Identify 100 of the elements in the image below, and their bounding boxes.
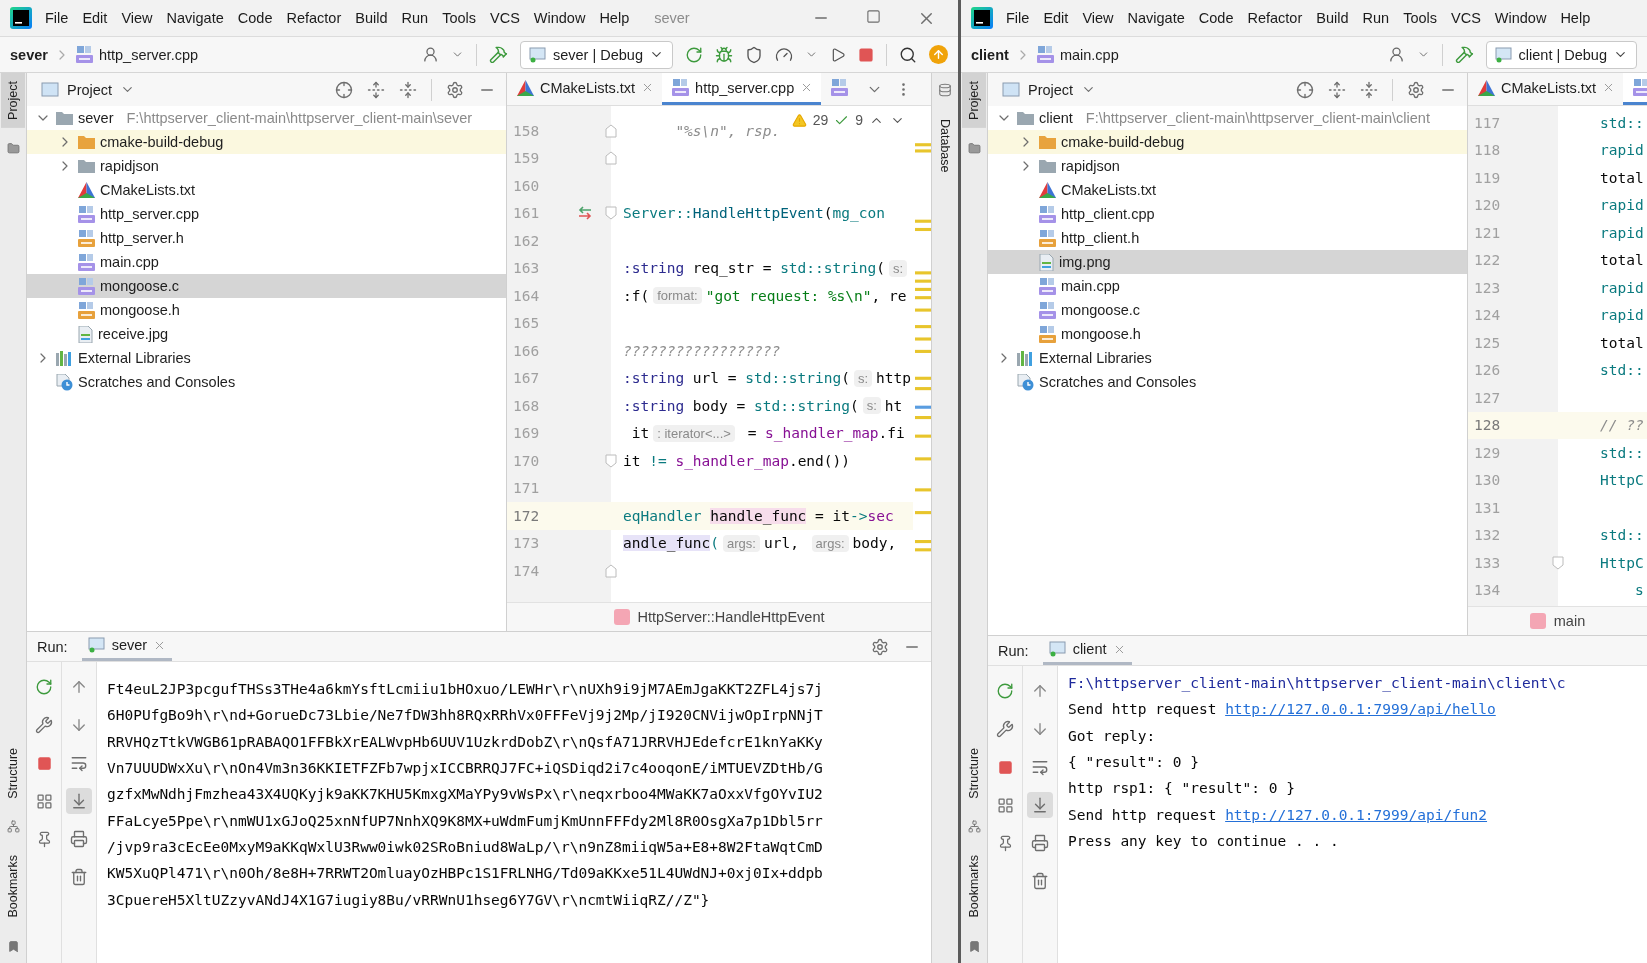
fold-marker-icon[interactable] bbox=[605, 206, 617, 221]
breadcrumb-item[interactable]: http_server.cpp bbox=[98, 46, 199, 63]
tool-window-tab[interactable]: Structure bbox=[962, 739, 986, 807]
menu-item[interactable]: Build bbox=[1309, 10, 1356, 26]
stop-icon[interactable] bbox=[36, 755, 52, 771]
warning-icon[interactable] bbox=[791, 112, 807, 128]
app-logo-icon[interactable] bbox=[10, 7, 32, 29]
settings-icon[interactable] bbox=[446, 80, 464, 99]
fold-marker-icon[interactable] bbox=[1552, 555, 1564, 570]
tool-window-tab[interactable]: Database bbox=[933, 111, 957, 181]
tree-item[interactable]: mongoose.h bbox=[27, 298, 506, 322]
stop-icon[interactable] bbox=[858, 46, 874, 63]
gauge-icon[interactable] bbox=[775, 45, 793, 64]
tree-item[interactable]: CMakeLists.txt bbox=[27, 178, 506, 202]
wrench-icon[interactable] bbox=[996, 720, 1014, 738]
bug-icon[interactable] bbox=[715, 45, 733, 64]
tree-item[interactable]: External Libraries bbox=[27, 346, 506, 370]
update-icon[interactable] bbox=[929, 45, 948, 64]
user-icon[interactable] bbox=[1387, 46, 1405, 63]
tree-item[interactable]: main.cpp bbox=[27, 250, 506, 274]
fold-marker-icon[interactable] bbox=[605, 151, 617, 166]
menu-item[interactable]: VCS bbox=[1444, 10, 1488, 26]
down-arrow-icon[interactable] bbox=[1031, 720, 1049, 738]
tree-item[interactable]: mongoose.c bbox=[27, 274, 506, 298]
tree-item[interactable]: main.cpp bbox=[988, 274, 1467, 298]
breadcrumb-item[interactable]: main.cpp bbox=[1059, 46, 1119, 63]
tree-item[interactable]: rapidjson bbox=[27, 154, 506, 178]
menu-item[interactable]: Edit bbox=[75, 10, 115, 26]
tool-window-tab[interactable]: Project bbox=[962, 73, 986, 128]
menu-item[interactable]: Refactor bbox=[279, 10, 349, 26]
run-config-dropdown[interactable]: sever | Debug bbox=[520, 40, 673, 69]
expand-all-icon[interactable] bbox=[1328, 80, 1346, 99]
layout-icon[interactable] bbox=[35, 792, 53, 810]
run-tab[interactable]: client bbox=[1042, 636, 1132, 665]
tree-item[interactable]: rapidjson bbox=[988, 154, 1467, 178]
breadcrumb-item[interactable]: client bbox=[971, 46, 1009, 63]
swap-arrows-icon[interactable] bbox=[577, 206, 593, 221]
rerun-icon[interactable] bbox=[996, 682, 1014, 700]
link[interactable]: http://127.0.0.1:7999/api/fun2 bbox=[1225, 806, 1488, 823]
tool-window-tab[interactable]: Bookmarks bbox=[1, 847, 25, 926]
menu-item[interactable]: View bbox=[1075, 10, 1121, 26]
menu-item[interactable]: View bbox=[114, 10, 160, 26]
scroll-to-end-icon[interactable] bbox=[1031, 796, 1049, 814]
panel-title[interactable]: Project bbox=[1028, 81, 1074, 98]
tree-item[interactable]: http_server.h bbox=[27, 226, 506, 250]
down-arrow-icon[interactable] bbox=[70, 716, 88, 734]
tree-item[interactable]: mongoose.c bbox=[988, 298, 1467, 322]
settings-icon[interactable] bbox=[871, 637, 889, 656]
fold-marker-icon[interactable] bbox=[605, 563, 617, 578]
collapse-all-icon[interactable] bbox=[1360, 80, 1378, 99]
menu-item[interactable]: VCS bbox=[483, 10, 527, 26]
stop-icon[interactable] bbox=[997, 759, 1013, 775]
run-config-dropdown[interactable]: client | Debug bbox=[1485, 40, 1637, 69]
expand-all-icon[interactable] bbox=[367, 80, 385, 99]
layout-icon[interactable] bbox=[996, 796, 1014, 814]
crosshair-icon[interactable] bbox=[1296, 80, 1314, 99]
menu-item[interactable]: Navigate bbox=[1120, 10, 1192, 26]
wrap-icon[interactable] bbox=[70, 754, 88, 772]
tree-item[interactable]: Scratches and Consoles bbox=[988, 370, 1467, 394]
database-icon[interactable] bbox=[938, 83, 952, 97]
menu-item[interactable]: Tools bbox=[435, 10, 483, 26]
tree-item[interactable]: Scratches and Consoles bbox=[27, 370, 506, 394]
tree-item[interactable]: client F:\httpserver_client-main\httpserver_client-main\client bbox=[988, 106, 1467, 130]
editor-tab[interactable]: http_server.cpp bbox=[662, 73, 822, 105]
structure-icon[interactable] bbox=[6, 820, 20, 834]
tree-item[interactable]: receive.jpg bbox=[27, 322, 506, 346]
fold-marker-icon[interactable] bbox=[605, 123, 617, 138]
menu-item[interactable]: Help bbox=[592, 10, 637, 26]
maximize-icon[interactable] bbox=[866, 8, 881, 24]
breadcrumb-item[interactable]: sever bbox=[10, 46, 48, 63]
tree-item[interactable]: http_client.cpp bbox=[988, 202, 1467, 226]
tree-item[interactable]: http_server.cpp bbox=[27, 202, 506, 226]
tool-window-tab[interactable]: Bookmarks bbox=[962, 847, 986, 926]
menu-item[interactable]: File bbox=[38, 10, 76, 26]
search-icon[interactable] bbox=[899, 45, 917, 64]
editor-tab[interactable]: CMakeLists.txt bbox=[507, 73, 663, 105]
bookmark-icon[interactable] bbox=[967, 940, 981, 953]
app-logo-icon[interactable] bbox=[971, 7, 993, 29]
folder-icon[interactable] bbox=[6, 141, 20, 155]
hammer-icon[interactable] bbox=[489, 45, 508, 64]
trash-icon[interactable] bbox=[1031, 872, 1049, 890]
menu-item[interactable]: Build bbox=[348, 10, 395, 26]
tree-item[interactable]: cmake-build-debug bbox=[988, 130, 1467, 154]
play-icon[interactable] bbox=[830, 46, 846, 63]
wrench-icon[interactable] bbox=[35, 716, 53, 734]
user-icon[interactable] bbox=[422, 46, 439, 63]
rerun-icon[interactable] bbox=[35, 678, 53, 696]
folder-icon[interactable] bbox=[967, 141, 981, 155]
trash-icon[interactable] bbox=[70, 868, 88, 886]
fold-marker-icon[interactable] bbox=[605, 453, 617, 468]
structure-icon[interactable] bbox=[967, 820, 981, 834]
collapse-all-icon[interactable] bbox=[399, 80, 417, 99]
tree-item[interactable]: cmake-build-debug bbox=[27, 130, 506, 154]
menu-item[interactable]: Run bbox=[1355, 10, 1397, 26]
breadcrumb-item[interactable]: main bbox=[1553, 613, 1586, 629]
hammer-icon[interactable] bbox=[1454, 45, 1474, 64]
crosshair-icon[interactable] bbox=[335, 80, 353, 99]
menu-item[interactable]: Help bbox=[1553, 10, 1598, 26]
shield-icon[interactable] bbox=[745, 45, 763, 64]
menu-item[interactable]: Code bbox=[1191, 10, 1241, 26]
